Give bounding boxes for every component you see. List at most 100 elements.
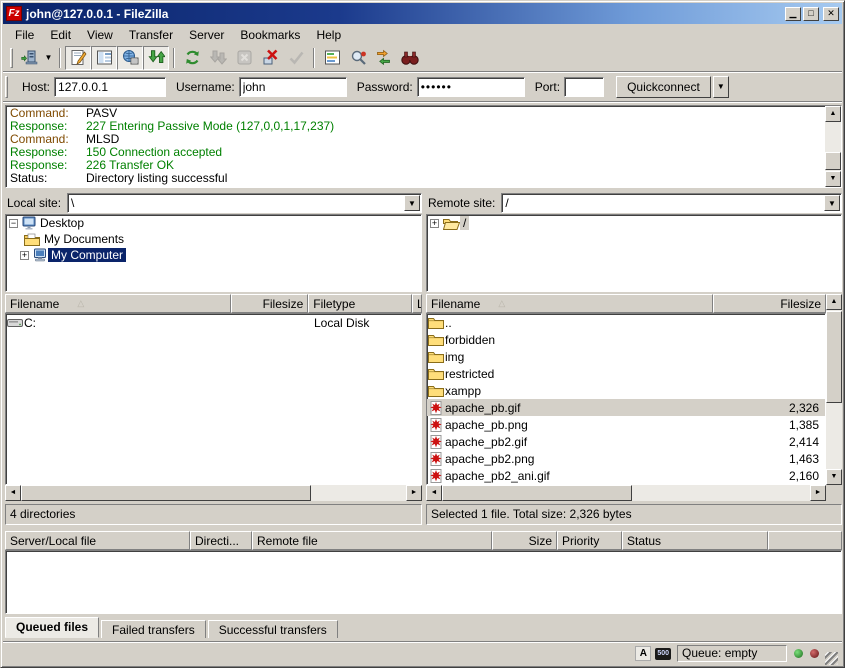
tree-item-desktop[interactable]: − Desktop: [6, 215, 421, 231]
column-filesize[interactable]: Filesize: [231, 294, 308, 313]
toolbar-grip[interactable]: [10, 48, 13, 68]
toggle-local-tree-button[interactable]: [91, 46, 117, 70]
disconnect-button[interactable]: [257, 46, 283, 70]
column-filename[interactable]: Filename△: [5, 294, 231, 313]
activity-led-green: [794, 649, 803, 658]
toggle-log-button[interactable]: [65, 46, 91, 70]
local-hscrollbar[interactable]: ◄ ►: [5, 485, 422, 501]
collapse-icon[interactable]: −: [9, 219, 18, 228]
process-queue-button[interactable]: [205, 46, 231, 70]
menu-server[interactable]: Server: [181, 26, 232, 44]
remote-tree[interactable]: + /: [426, 214, 842, 292]
scroll-down-icon[interactable]: ▼: [826, 469, 842, 485]
expand-icon[interactable]: +: [20, 251, 29, 260]
column-remote-file[interactable]: Remote file: [252, 531, 492, 550]
menu-help[interactable]: Help: [308, 26, 349, 44]
quickconnect-dropdown[interactable]: ▼: [713, 76, 729, 98]
tab-successful-transfers[interactable]: Successful transfers: [208, 620, 338, 638]
remote-hscrollbar-thumb[interactable]: [442, 485, 632, 501]
file-row[interactable]: ..: [427, 314, 825, 331]
folder-icon: [428, 351, 444, 363]
column-filetype[interactable]: Filetype: [308, 294, 412, 313]
site-manager-button[interactable]: [16, 46, 42, 70]
column-size[interactable]: Size: [492, 531, 557, 550]
speed-limit-icon[interactable]: 500: [655, 648, 671, 660]
menu-edit[interactable]: Edit: [42, 26, 79, 44]
tree-item-my-documents[interactable]: My Documents: [6, 231, 421, 247]
remote-hscrollbar[interactable]: ◄ ►: [426, 485, 826, 501]
remote-vscrollbar-thumb[interactable]: [826, 311, 842, 403]
local-status-text: 4 directories: [5, 504, 422, 525]
port-input[interactable]: [564, 77, 604, 97]
scroll-left-icon[interactable]: ◄: [426, 485, 442, 501]
file-row-c-drive[interactable]: C: Local Disk: [6, 314, 421, 331]
site-manager-dropdown[interactable]: ▼: [42, 46, 55, 70]
expand-icon[interactable]: +: [430, 219, 439, 228]
scroll-up-icon[interactable]: ▲: [826, 294, 842, 310]
file-row[interactable]: apache_pb.png 1,385: [427, 416, 825, 433]
log-scrollbar[interactable]: ▲ ▼: [825, 106, 841, 187]
column-filesize[interactable]: Filesize: [713, 294, 826, 313]
filter-button[interactable]: [319, 46, 345, 70]
scroll-right-icon[interactable]: ►: [810, 485, 826, 501]
find-files-button[interactable]: [397, 46, 423, 70]
menu-view[interactable]: View: [79, 26, 121, 44]
local-file-list[interactable]: C: Local Disk: [5, 313, 422, 485]
quickconnect-button[interactable]: Quickconnect: [616, 76, 711, 98]
file-row[interactable]: forbidden: [427, 331, 825, 348]
local-hscrollbar-thumb[interactable]: [21, 485, 311, 501]
synchronized-browsing-button[interactable]: [371, 46, 397, 70]
file-row[interactable]: xampp: [427, 382, 825, 399]
remote-site-combo[interactable]: / ▼: [501, 193, 842, 213]
scroll-up-icon[interactable]: ▲: [825, 106, 841, 122]
column-last-modified[interactable]: L: [412, 294, 422, 313]
column-priority[interactable]: Priority: [557, 531, 622, 550]
tab-failed-transfers[interactable]: Failed transfers: [101, 620, 206, 638]
column-status[interactable]: Status: [622, 531, 768, 550]
maximize-button[interactable]: □: [803, 7, 819, 21]
queue-list[interactable]: [5, 550, 842, 614]
cancel-button[interactable]: [231, 46, 257, 70]
quickconnect-grip[interactable]: [5, 76, 8, 98]
log-scrollbar-thumb[interactable]: [825, 152, 841, 170]
message-log[interactable]: Command:PASV Response:227 Entering Passi…: [5, 105, 842, 188]
resize-grip[interactable]: [825, 652, 838, 665]
chevron-down-icon[interactable]: ▼: [824, 195, 840, 211]
chevron-down-icon[interactable]: ▼: [404, 195, 420, 211]
host-input[interactable]: [54, 77, 166, 97]
username-input[interactable]: [239, 77, 347, 97]
close-button[interactable]: ✕: [823, 7, 839, 21]
minimize-button[interactable]: ▁: [785, 7, 801, 21]
file-row[interactable]: apache_pb2.gif 2,414: [427, 433, 825, 450]
file-row[interactable]: img: [427, 348, 825, 365]
scroll-down-icon[interactable]: ▼: [825, 171, 841, 187]
menu-file[interactable]: File: [7, 26, 42, 44]
menu-transfer[interactable]: Transfer: [121, 26, 181, 44]
tree-item-my-computer[interactable]: + My Computer: [6, 247, 421, 263]
scroll-left-icon[interactable]: ◄: [5, 485, 21, 501]
password-input[interactable]: [417, 77, 525, 97]
toggle-queue-button[interactable]: [143, 46, 169, 70]
column-direction[interactable]: Directi...: [190, 531, 252, 550]
image-file-icon: [429, 452, 443, 466]
menu-bookmarks[interactable]: Bookmarks: [232, 26, 308, 44]
scroll-right-icon[interactable]: ►: [406, 485, 422, 501]
directory-comparison-button[interactable]: [345, 46, 371, 70]
file-row[interactable]: apache_pb2.png 1,463: [427, 450, 825, 467]
reconnect-button[interactable]: [283, 46, 309, 70]
file-row[interactable]: restricted: [427, 365, 825, 382]
column-filename[interactable]: Filename△: [426, 294, 713, 313]
remote-file-list[interactable]: .. forbidden img restricted xampp: [426, 313, 826, 485]
remote-vscrollbar[interactable]: ▲ ▼: [826, 294, 842, 485]
ascii-datatype-icon[interactable]: A: [635, 646, 651, 661]
column-server-local-file[interactable]: Server/Local file: [5, 531, 190, 550]
title-bar[interactable]: Fz john@127.0.0.1 - FileZilla ▁ □ ✕: [3, 3, 842, 24]
file-row-selected[interactable]: apache_pb.gif 2,326: [427, 399, 825, 416]
local-tree[interactable]: − Desktop My Documents: [5, 214, 422, 292]
tab-queued-files[interactable]: Queued files: [5, 617, 99, 638]
local-site-combo[interactable]: \ ▼: [67, 193, 422, 213]
refresh-button[interactable]: [179, 46, 205, 70]
tree-item-root[interactable]: + /: [427, 215, 841, 231]
toggle-remote-tree-button[interactable]: [117, 46, 143, 70]
file-row[interactable]: apache_pb2_ani.gif 2,160: [427, 467, 825, 484]
